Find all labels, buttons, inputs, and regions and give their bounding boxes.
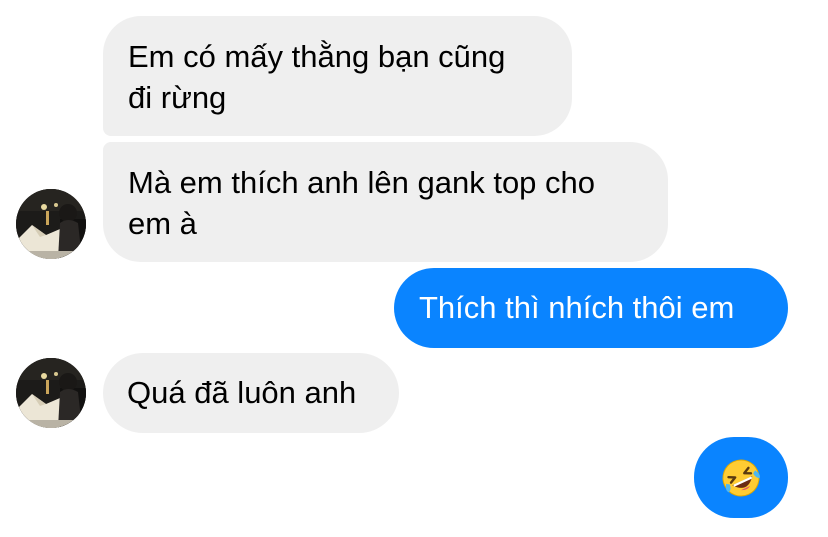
message-text-line: Em có mấy thằng bạn cũng: [128, 39, 506, 74]
message-text: Quá đã luôn anh: [127, 375, 357, 410]
outgoing-message-bubble[interactable]: Thích thì nhích thôi em: [394, 268, 788, 348]
message-text: Thích thì nhích thôi em: [419, 290, 735, 325]
incoming-message-bubble[interactable]: Mà em thích anh lên gank top cho em à: [103, 142, 668, 262]
message-text-line: em à: [128, 206, 197, 241]
message-text-line: đi rừng: [128, 80, 227, 115]
avatar-photo-icon: [16, 358, 86, 428]
avatar-photo-icon: [16, 189, 86, 259]
message-text-line: Mà em thích anh lên gank top cho: [128, 165, 596, 200]
rolling-on-the-floor-laughing-emoji-icon: [720, 457, 762, 499]
contact-avatar[interactable]: [16, 358, 86, 428]
incoming-message-bubble[interactable]: Quá đã luôn anh: [103, 353, 399, 433]
incoming-message-bubble[interactable]: Em có mấy thằng bạn cũng đi rừng: [103, 16, 572, 136]
contact-avatar[interactable]: [16, 189, 86, 259]
outgoing-emoji-bubble[interactable]: [694, 437, 788, 518]
